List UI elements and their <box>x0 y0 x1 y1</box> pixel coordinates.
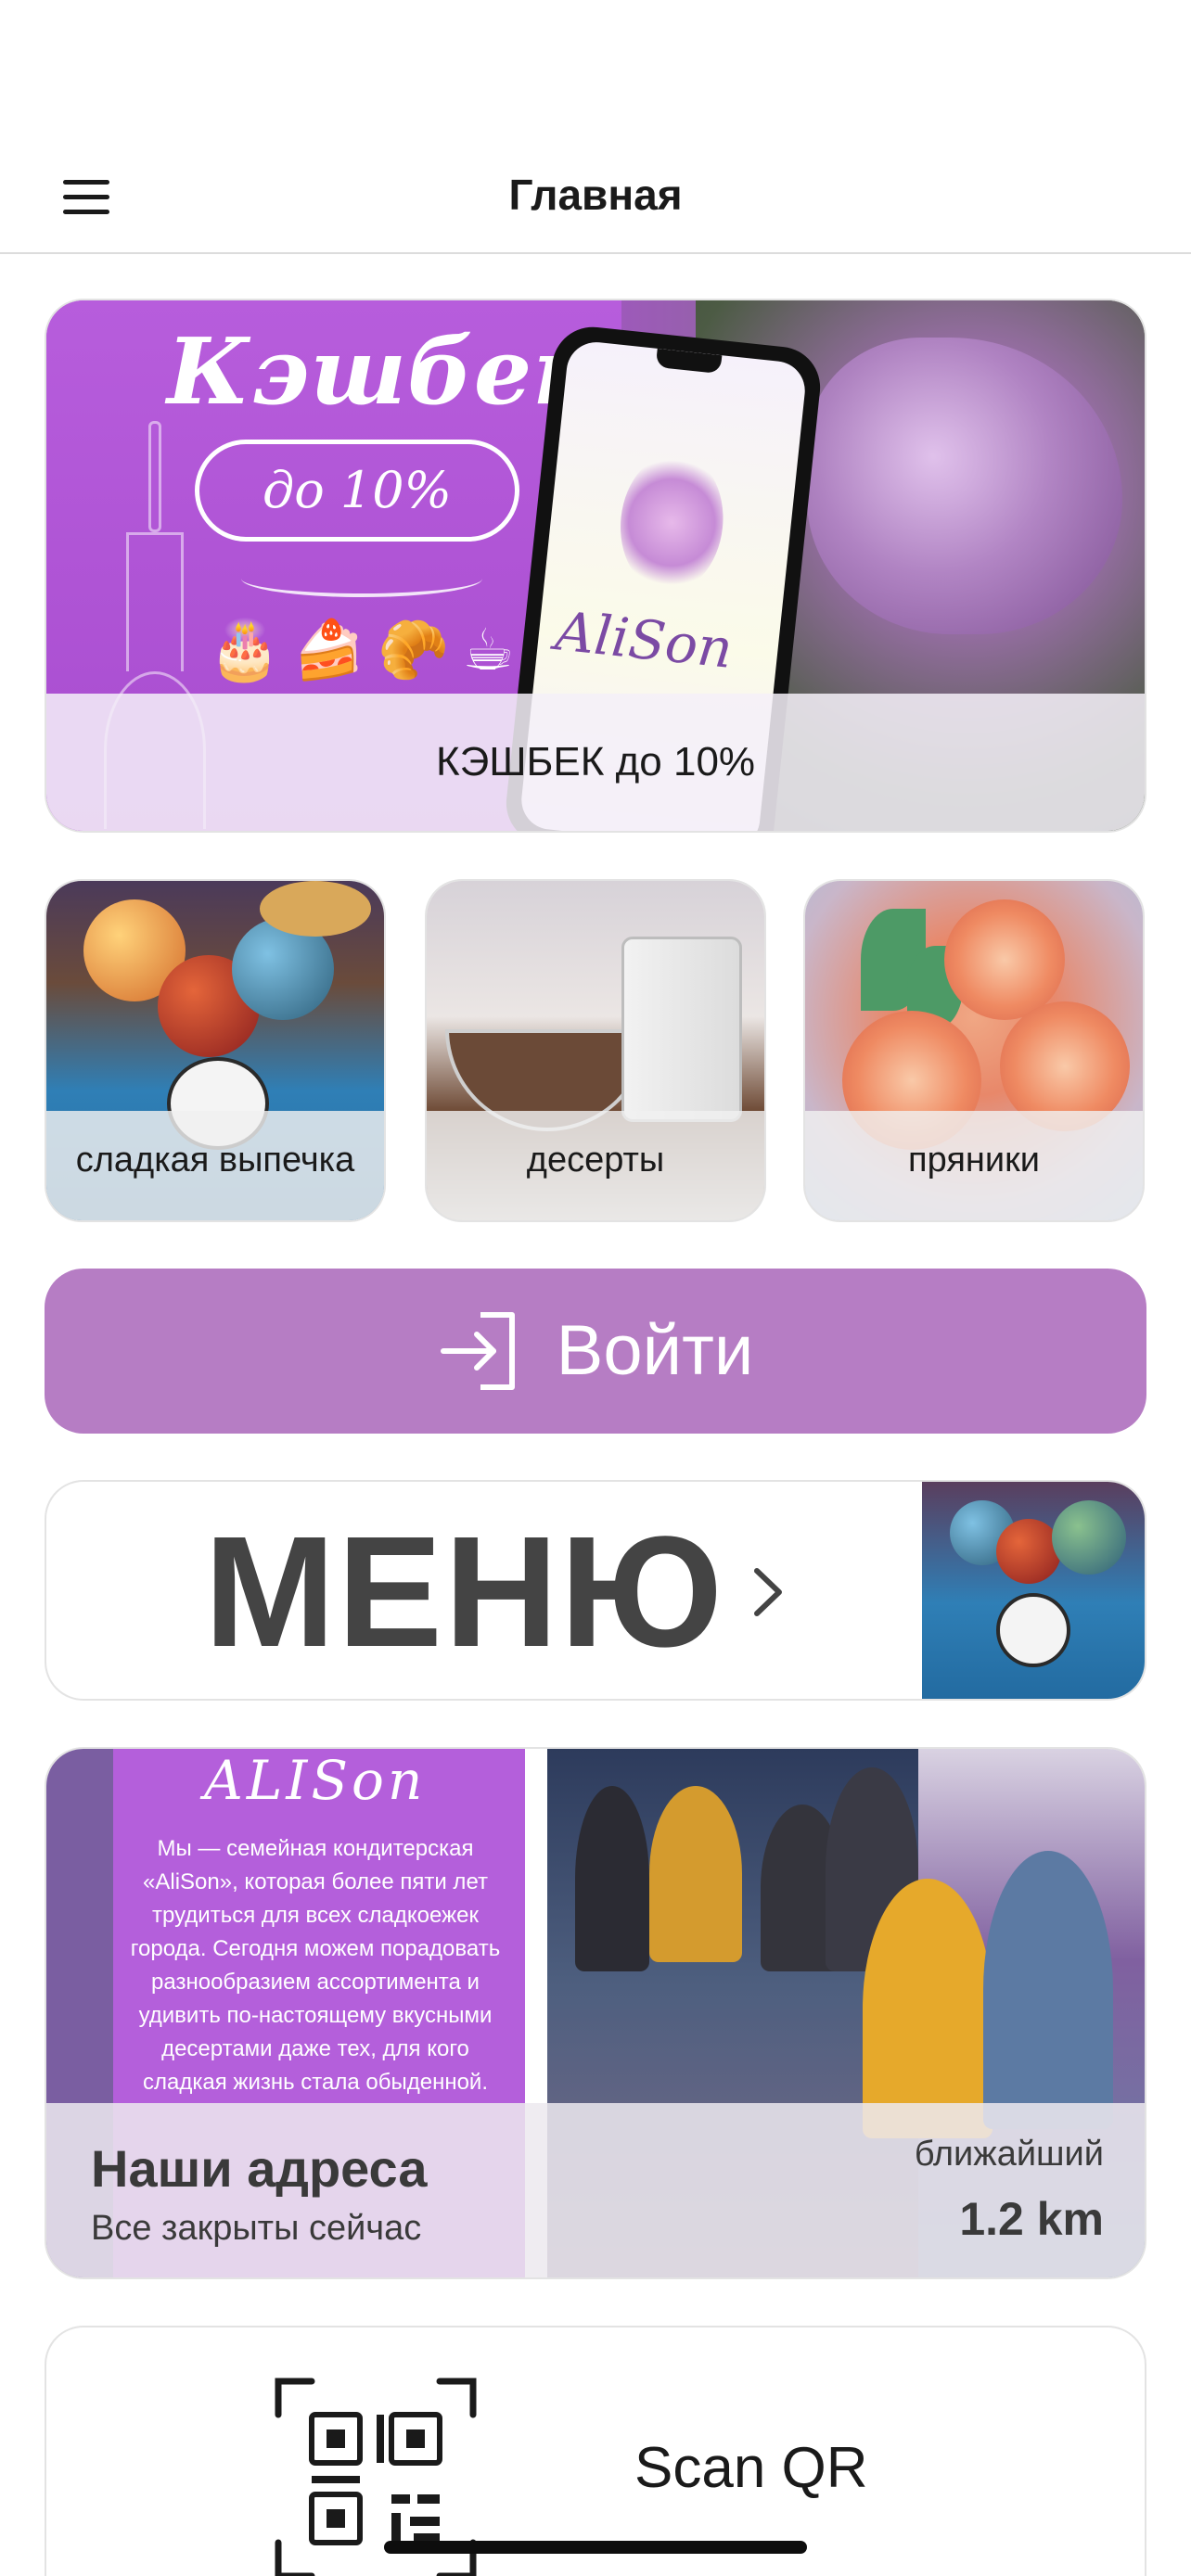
about-script-logo: ALISon <box>204 1749 427 1812</box>
coffee-cup <box>621 937 742 1122</box>
menu-label: МЕНЮ <box>204 1504 725 1680</box>
banner-caption-bar: КЭШБЕК до 10% <box>46 694 1145 831</box>
tile-label-bar: пряники <box>805 1111 1143 1220</box>
nearest-distance: 1.2 km <box>959 2193 1104 2245</box>
nearest-label: ближайший <box>914 2135 1104 2174</box>
login-button[interactable]: Войти <box>45 1269 1146 1434</box>
banner-caption: КЭШБЕК до 10% <box>435 739 756 784</box>
banner-discount-pill: до 10% <box>195 440 519 542</box>
menu-card[interactable]: МЕНЮ <box>45 1480 1146 1701</box>
fairy-illustration <box>613 448 730 597</box>
home-indicator[interactable] <box>384 2541 807 2554</box>
addresses-status: Все закрыты сейчас <box>91 2209 422 2248</box>
category-desserts[interactable]: десерты <box>425 879 766 1222</box>
addresses-card[interactable]: ALISon Мы — семейная кондитерская «AliSo… <box>45 1747 1146 2279</box>
category-gingerbread[interactable]: пряники <box>803 879 1145 1222</box>
addresses-title: Наши адреса <box>91 2139 428 2198</box>
tile-label-bar: десерты <box>427 1111 764 1220</box>
addresses-info-bar: Наши адреса Все закрыты сейчас ближайший… <box>46 2103 1145 2277</box>
about-text: Мы — семейная кондитерская «AliSon», кот… <box>130 1836 501 2095</box>
cashback-banner[interactable]: Кэшбек до 10% 🎂🍰🥐☕ AliSon КЭШБЕК до 10% <box>45 299 1146 833</box>
category-label: десерты <box>526 1141 665 1180</box>
tile-label-bar: сладкая выпечка <box>46 1111 384 1220</box>
scan-qr-label: Scan QR <box>634 2436 868 2500</box>
alison-logo: AliSon <box>552 599 736 681</box>
phone-notch <box>655 348 723 375</box>
chevron-right-icon <box>754 1568 782 1616</box>
category-label: сладкая выпечка <box>75 1141 355 1180</box>
category-label: пряники <box>908 1141 1040 1180</box>
login-button-content: Войти <box>45 1269 1146 1434</box>
page-title: Главная <box>508 171 683 219</box>
scan-qr-card[interactable]: Scan QR <box>45 2326 1146 2576</box>
home-screen: Главная Кэшбек до 10% 🎂🍰🥐☕ AliSon КЭШБЕК… <box>0 0 1191 2576</box>
login-label: Войти <box>556 1311 754 1390</box>
banner-ornament <box>241 560 482 597</box>
navigation-bar: Главная <box>0 139 1191 254</box>
login-arrow-icon <box>440 1312 515 1390</box>
pastry-icons: 🎂🍰🥐☕ <box>209 618 528 682</box>
banner-headline: Кэшбек <box>167 319 596 426</box>
category-sweet-pastry[interactable]: сладкая выпечка <box>45 879 386 1222</box>
menu-cake-image <box>922 1482 1145 1699</box>
